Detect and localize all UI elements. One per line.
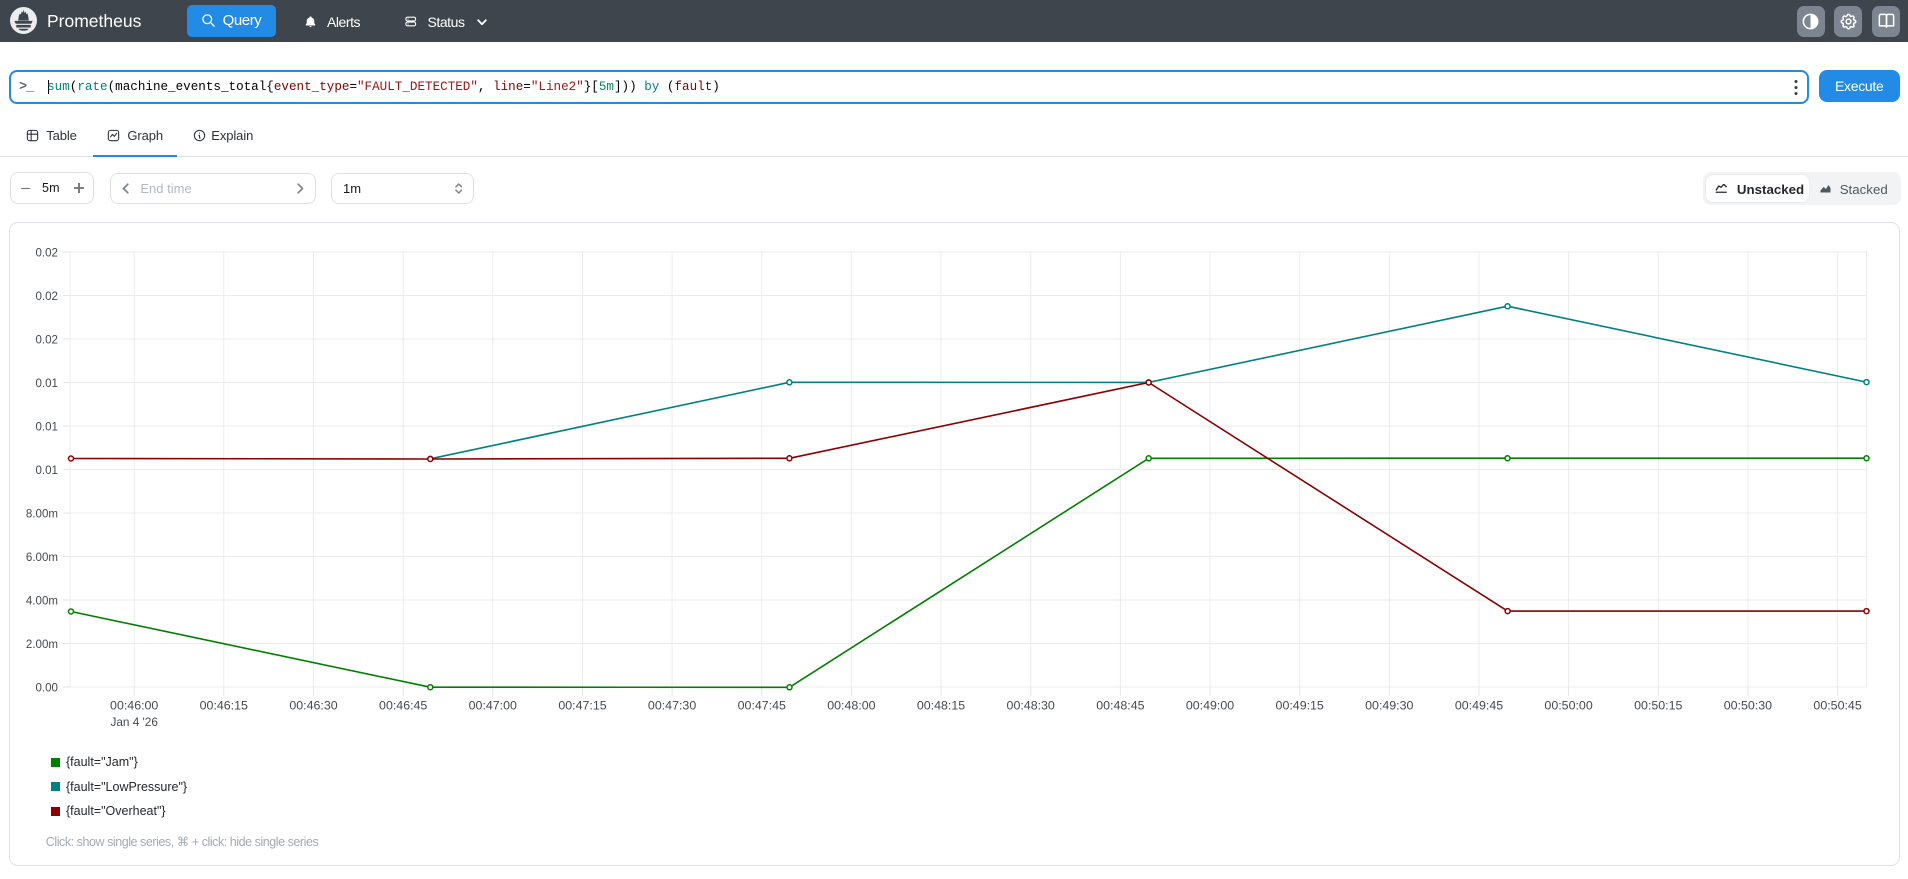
- svg-text:00:47:00: 00:47:00: [469, 698, 518, 712]
- svg-text:00:46:45: 00:46:45: [379, 698, 428, 712]
- svg-text:4.00m: 4.00m: [26, 593, 58, 607]
- svg-text:00:46:15: 00:46:15: [200, 698, 249, 712]
- svg-text:00:48:45: 00:48:45: [1096, 698, 1145, 712]
- svg-text:00:49:45: 00:49:45: [1455, 698, 1504, 712]
- svg-text:00:50:15: 00:50:15: [1634, 698, 1683, 712]
- svg-text:00:49:00: 00:49:00: [1186, 698, 1235, 712]
- svg-text:00:47:30: 00:47:30: [648, 698, 697, 712]
- svg-text:8.00m: 8.00m: [26, 506, 58, 520]
- svg-text:0.01: 0.01: [36, 419, 59, 433]
- svg-text:00:50:45: 00:50:45: [1813, 698, 1862, 712]
- svg-text:00:50:30: 00:50:30: [1724, 698, 1773, 712]
- svg-text:00:48:30: 00:48:30: [1007, 698, 1056, 712]
- svg-text:00:49:30: 00:49:30: [1365, 698, 1414, 712]
- svg-text:0.01: 0.01: [36, 376, 59, 390]
- svg-text:0.02: 0.02: [36, 332, 59, 346]
- svg-text:00:48:00: 00:48:00: [827, 698, 876, 712]
- svg-text:0.02: 0.02: [36, 245, 59, 259]
- svg-text:00:47:45: 00:47:45: [738, 698, 787, 712]
- svg-text:00:46:00: 00:46:00: [110, 698, 159, 712]
- svg-text:00:48:15: 00:48:15: [917, 698, 966, 712]
- svg-text:00:47:15: 00:47:15: [558, 698, 607, 712]
- svg-text:6.00m: 6.00m: [26, 550, 58, 564]
- svg-text:0.02: 0.02: [36, 289, 59, 303]
- svg-text:2.00m: 2.00m: [26, 637, 58, 651]
- svg-text:00:50:00: 00:50:00: [1544, 698, 1593, 712]
- svg-text:Jan 4 '26: Jan 4 '26: [110, 715, 158, 729]
- svg-text:0.01: 0.01: [36, 463, 59, 477]
- svg-text:0.00: 0.00: [36, 680, 59, 694]
- svg-text:00:46:30: 00:46:30: [289, 698, 338, 712]
- svg-text:00:49:15: 00:49:15: [1276, 698, 1325, 712]
